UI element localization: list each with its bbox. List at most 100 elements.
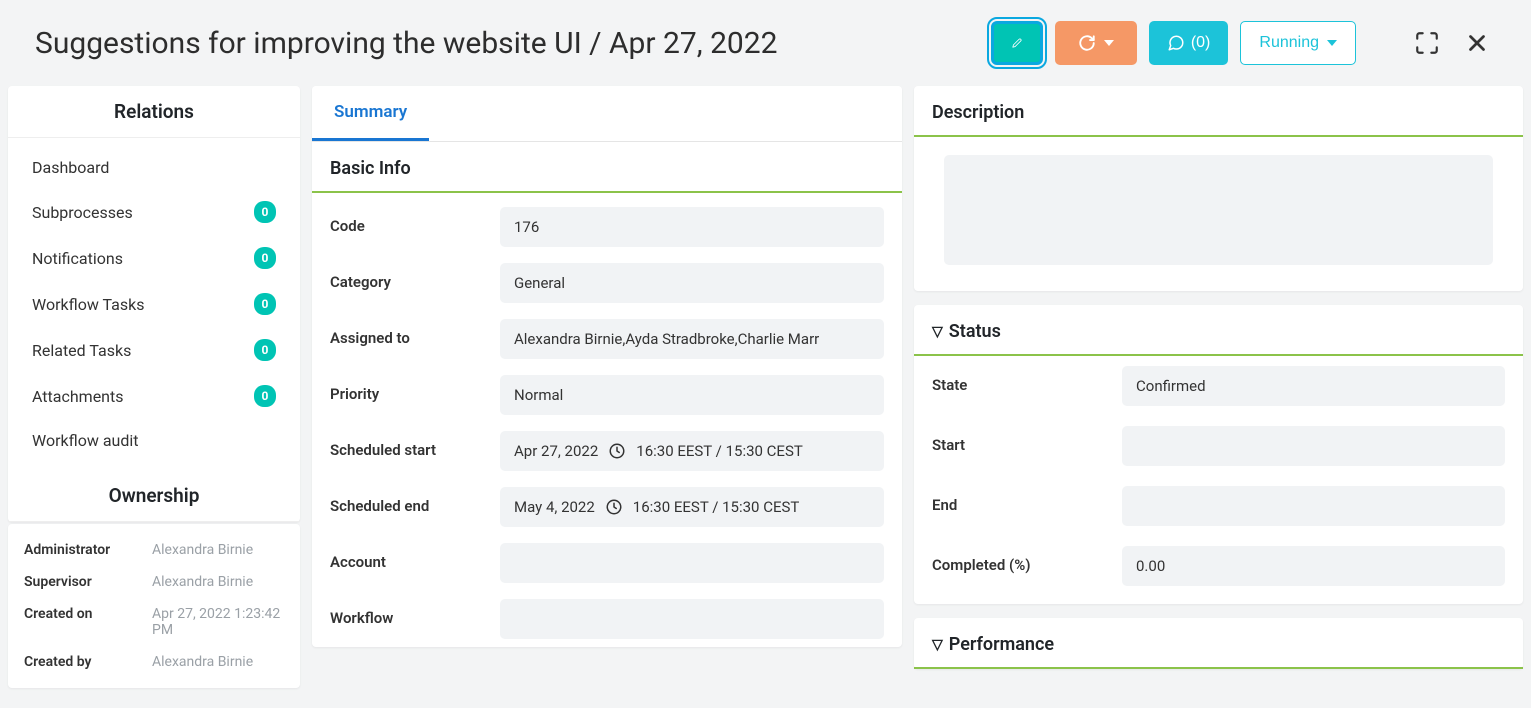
row-state: State Confirmed <box>914 356 1523 416</box>
row-priority: Priority Normal <box>312 367 902 423</box>
sidebar-item-label: Attachments <box>32 387 124 406</box>
row-account: Account <box>312 535 902 591</box>
triangle-down-icon: ▽ <box>932 324 943 340</box>
count-badge: 0 <box>254 385 276 407</box>
status-title-text: Status <box>949 321 1001 342</box>
count-badge: 0 <box>254 247 276 269</box>
count-badge: 0 <box>254 201 276 223</box>
sidebar-item-attachments[interactable]: Attachments 0 <box>8 373 300 419</box>
ownership-row-administrator: Administrator Alexandra Birnie <box>8 534 300 566</box>
basic-info-panel: Code 176 Category General Assigned to Al… <box>312 193 902 647</box>
status-label: Running <box>1259 34 1319 52</box>
info-value: May 4, 2022 16:30 EEST / 15:30 CEST <box>500 487 884 527</box>
sidebar: Relations Dashboard Subprocesses 0 Notif… <box>8 86 300 690</box>
basic-info-title: Basic Info <box>312 142 902 193</box>
row-start: Start <box>914 416 1523 476</box>
ownership-value: Alexandra Birnie <box>152 574 253 590</box>
info-label: Workflow <box>330 599 500 627</box>
sidebar-item-label: Dashboard <box>32 158 109 177</box>
row-assigned-to: Assigned to Alexandra Birnie,Ayda Stradb… <box>312 311 902 367</box>
description-title: Description <box>914 86 1523 137</box>
edit-button[interactable] <box>991 21 1043 65</box>
row-completed: Completed (%) 0.00 <box>914 536 1523 596</box>
row-workflow: Workflow <box>312 591 902 647</box>
info-label: Scheduled end <box>330 487 500 515</box>
ownership-value: Apr 27, 2022 1:23:42 PM <box>152 606 284 638</box>
info-label: State <box>932 366 1122 394</box>
comments-count: (0) <box>1191 34 1211 52</box>
date-text: Apr 27, 2022 <box>514 442 598 460</box>
sidebar-item-label: Workflow Tasks <box>32 295 145 314</box>
info-label: Account <box>330 543 500 571</box>
ownership-row-supervisor: Supervisor Alexandra Birnie <box>8 566 300 598</box>
row-scheduled-start: Scheduled start Apr 27, 2022 16:30 EEST … <box>312 423 902 479</box>
info-label: Category <box>330 263 500 291</box>
info-label: Code <box>330 207 500 235</box>
status-dropdown[interactable]: Running <box>1240 21 1356 65</box>
time-text: 16:30 EEST / 15:30 CEST <box>636 442 803 460</box>
comment-icon <box>1167 34 1185 52</box>
fullscreen-icon <box>1414 30 1440 56</box>
info-value <box>500 599 884 639</box>
ownership-value: Alexandra Birnie <box>152 654 253 670</box>
info-value: 0.00 <box>1122 546 1505 586</box>
info-value: Alexandra Birnie,Ayda Stradbroke,Charlie… <box>500 319 884 359</box>
comments-button[interactable]: (0) <box>1149 21 1229 65</box>
info-label: Start <box>932 426 1122 454</box>
ownership-row-created-by: Created by Alexandra Birnie <box>8 646 300 678</box>
sidebar-item-dashboard[interactable]: Dashboard <box>8 146 300 189</box>
refresh-button[interactable] <box>1055 21 1137 65</box>
sidebar-item-notifications[interactable]: Notifications 0 <box>8 235 300 281</box>
sidebar-item-workflow-audit[interactable]: Workflow audit <box>8 419 300 462</box>
info-value <box>1122 486 1505 526</box>
sidebar-item-label: Workflow audit <box>32 431 138 450</box>
ownership-label: Supervisor <box>24 574 144 590</box>
info-label: Scheduled start <box>330 431 500 459</box>
info-label: Assigned to <box>330 319 500 347</box>
sidebar-item-label: Notifications <box>32 249 123 268</box>
status-title[interactable]: ▽ Status <box>914 305 1523 356</box>
row-category: Category General <box>312 255 902 311</box>
time-text: 16:30 EEST / 15:30 CEST <box>633 498 800 516</box>
info-value <box>1122 426 1505 466</box>
tab-summary[interactable]: Summary <box>312 86 429 141</box>
chevron-down-icon <box>1104 40 1114 46</box>
row-end: End <box>914 476 1523 536</box>
info-label: Completed (%) <box>932 546 1122 574</box>
relations-title: Relations <box>8 86 300 138</box>
page-title: Suggestions for improving the website UI… <box>35 26 991 61</box>
info-value: Confirmed <box>1122 366 1505 406</box>
count-badge: 0 <box>254 339 276 361</box>
tabs: Summary <box>312 86 902 142</box>
sidebar-item-workflow-tasks[interactable]: Workflow Tasks 0 <box>8 281 300 327</box>
clock-icon <box>608 442 626 460</box>
close-button[interactable] <box>1458 24 1496 62</box>
triangle-down-icon: ▽ <box>932 637 943 653</box>
ownership-label: Created by <box>24 654 144 670</box>
chevron-down-icon <box>1327 40 1337 46</box>
date-text: May 4, 2022 <box>514 498 595 516</box>
info-value: Apr 27, 2022 16:30 EEST / 15:30 CEST <box>500 431 884 471</box>
info-value: 176 <box>500 207 884 247</box>
sidebar-item-label: Related Tasks <box>32 341 131 360</box>
close-icon <box>1464 30 1490 56</box>
sidebar-item-label: Subprocesses <box>32 203 133 222</box>
ownership-row-created-on: Created on Apr 27, 2022 1:23:42 PM <box>8 598 300 646</box>
description-value <box>944 155 1493 265</box>
info-value: Normal <box>500 375 884 415</box>
ownership-value: Alexandra Birnie <box>152 542 253 558</box>
sidebar-item-related-tasks[interactable]: Related Tasks 0 <box>8 327 300 373</box>
fullscreen-button[interactable] <box>1408 24 1446 62</box>
info-label: End <box>932 486 1122 514</box>
performance-title[interactable]: ▽ Performance <box>914 618 1523 669</box>
sidebar-item-subprocesses[interactable]: Subprocesses 0 <box>8 189 300 235</box>
row-code: Code 176 <box>312 199 902 255</box>
row-scheduled-end: Scheduled end May 4, 2022 16:30 EEST / 1… <box>312 479 902 535</box>
clock-icon <box>605 498 623 516</box>
ownership-title: Ownership <box>8 470 300 522</box>
refresh-icon <box>1078 34 1096 52</box>
performance-title-text: Performance <box>949 634 1054 655</box>
ownership-label: Administrator <box>24 542 144 558</box>
info-label: Priority <box>330 375 500 403</box>
ownership-label: Created on <box>24 606 144 638</box>
